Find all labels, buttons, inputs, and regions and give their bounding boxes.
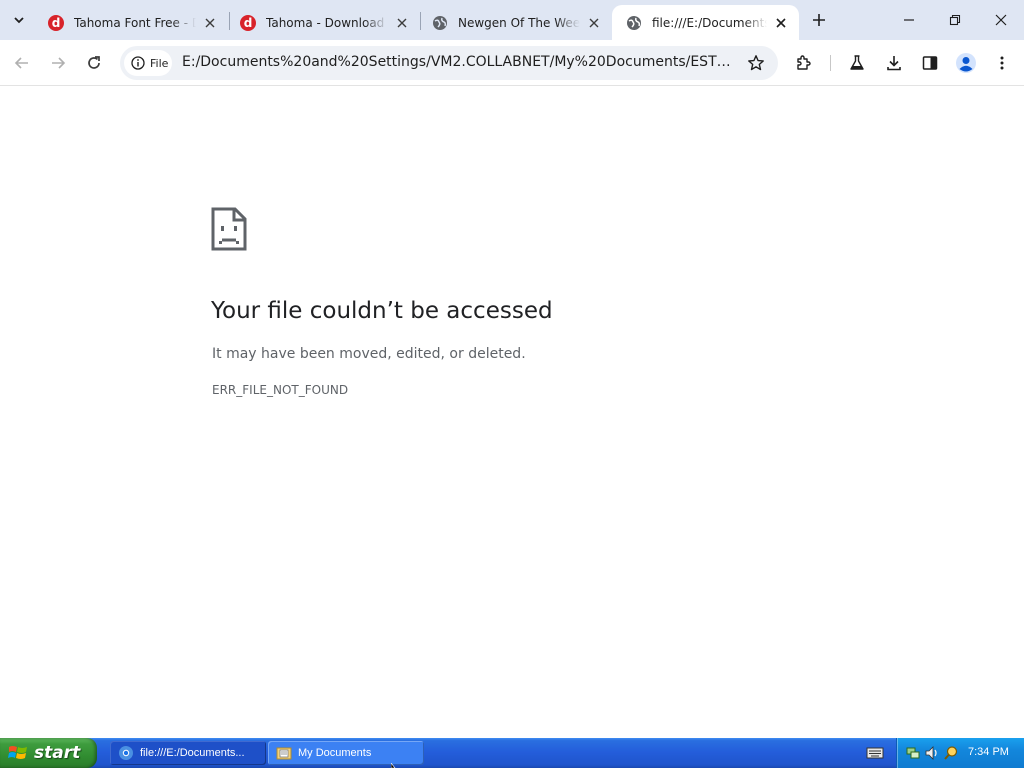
- globe-icon: [626, 15, 642, 31]
- taskbar-item-label: My Documents: [298, 747, 372, 759]
- tab-title: Tahoma - Download Fonts: [266, 15, 388, 30]
- side-panel-icon: [922, 56, 938, 70]
- taskbar-item-my-documents[interactable]: My Documents: [268, 741, 424, 765]
- sad-file-icon: [211, 207, 247, 251]
- error-title: Your file couldn’t be accessed: [211, 298, 553, 324]
- network-icon[interactable]: [905, 745, 921, 761]
- address-bar[interactable]: File E:/Documents%20and%20Settings/VM2.C…: [120, 46, 778, 80]
- tab-title: Tahoma Font Free - Dafont: [74, 15, 196, 30]
- menu-button[interactable]: [988, 49, 1016, 77]
- download-icon: [887, 56, 901, 71]
- restore-icon: [949, 14, 961, 26]
- error-code: ERR_FILE_NOT_FOUND: [212, 383, 349, 397]
- system-tray: 7:34 PM: [896, 738, 1024, 768]
- clock: 7:34 PM: [968, 746, 1009, 758]
- tab-strip: d Tahoma Font Free - Dafont d Tahoma - D…: [0, 0, 1024, 40]
- url-text[interactable]: E:/Documents%20and%20Settings/VM2.COLLAB…: [182, 54, 734, 70]
- start-button[interactable]: start: [0, 738, 97, 768]
- forward-button[interactable]: [44, 49, 72, 77]
- bookmark-star-button[interactable]: [746, 53, 766, 73]
- chevron-down-icon: [14, 17, 24, 24]
- close-icon[interactable]: [586, 15, 602, 31]
- back-arrow-icon: [14, 57, 28, 69]
- site-info-chip[interactable]: File: [124, 50, 172, 76]
- flask-icon: [850, 55, 864, 70]
- restore-button[interactable]: [932, 0, 978, 40]
- folder-icon: [276, 747, 292, 760]
- dafont-icon: d: [48, 14, 64, 31]
- reload-button[interactable]: [80, 49, 108, 77]
- back-button[interactable]: [8, 49, 36, 77]
- close-icon: [995, 14, 1007, 26]
- plus-icon: [813, 14, 825, 26]
- extensions-button[interactable]: [790, 49, 818, 77]
- error-page: Your file couldn’t be accessed It may ha…: [0, 87, 1024, 737]
- close-icon[interactable]: [394, 15, 410, 31]
- info-icon: [131, 56, 145, 70]
- dafont-icon: d: [240, 14, 256, 31]
- tab-search-button[interactable]: [7, 8, 31, 32]
- tab-tahoma-download[interactable]: d Tahoma - Download Fonts: [226, 5, 420, 40]
- tab-tahoma-dafont[interactable]: d Tahoma Font Free - Dafont: [34, 5, 228, 40]
- globe-icon: [432, 15, 448, 31]
- minimize-icon: [904, 19, 914, 21]
- tab-title: file:///E:/Documents%20and%20Settings: [652, 15, 767, 30]
- tab-file-error[interactable]: file:///E:/Documents%20and%20Settings: [612, 5, 799, 40]
- close-window-button[interactable]: [978, 0, 1024, 40]
- star-icon: [748, 55, 764, 71]
- downloads-button[interactable]: [880, 49, 908, 77]
- windows-flag-icon: [8, 746, 27, 759]
- mouse-cursor-icon: [391, 763, 396, 768]
- toolbar-divider: [830, 55, 831, 71]
- error-subtitle: It may have been moved, edited, or delet…: [212, 346, 526, 362]
- taskbar-item-label: file:///E:/Documents...: [140, 747, 245, 759]
- reload-icon: [88, 56, 100, 69]
- avatar-icon: [956, 53, 976, 73]
- puzzle-icon: [797, 55, 811, 70]
- tab-title: Newgen Of The Week: [458, 15, 580, 30]
- chip-label: File: [150, 56, 169, 70]
- new-tab-button[interactable]: [807, 8, 831, 32]
- start-label: start: [34, 743, 81, 763]
- taskbar-item-browser[interactable]: file:///E:/Documents...: [110, 741, 266, 765]
- kebab-menu-icon: [1000, 56, 1004, 70]
- browser-toolbar: File E:/Documents%20and%20Settings/VM2.C…: [0, 40, 1024, 86]
- taskbar: start file:///E:/Documents... My Documen…: [0, 738, 1024, 768]
- search-icon[interactable]: [943, 745, 959, 761]
- profile-button[interactable]: [952, 49, 980, 77]
- side-panel-button[interactable]: [916, 49, 944, 77]
- forward-arrow-icon: [52, 57, 66, 69]
- labs-button[interactable]: [843, 49, 871, 77]
- close-icon[interactable]: [202, 15, 218, 31]
- chrome-icon: [119, 746, 133, 760]
- speaker-icon[interactable]: [924, 745, 940, 761]
- keyboard-icon[interactable]: [866, 745, 884, 761]
- minimize-button[interactable]: [886, 0, 932, 40]
- tab-newgen[interactable]: Newgen Of The Week: [418, 5, 612, 40]
- close-icon[interactable]: [773, 15, 789, 31]
